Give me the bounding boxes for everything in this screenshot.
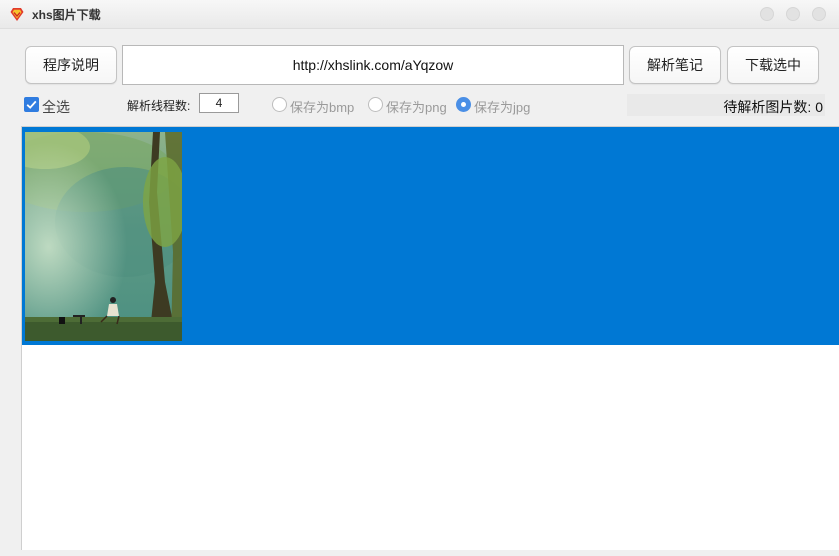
select-all-checkbox[interactable] [24,97,39,112]
format-label-jpg: 保存为jpg [474,100,531,115]
title-bar: xhs图片下载 [0,0,839,29]
maximize-button[interactable] [786,7,800,21]
pending-count: 0 [815,99,823,115]
threads-input[interactable]: 4 [199,93,239,113]
url-input[interactable]: http://xhslink.com/aYqzow [122,45,624,85]
image-thumbnail[interactable] [25,132,182,341]
format-radio-jpg[interactable] [456,97,471,112]
format-radio-bmp[interactable] [272,97,287,112]
minimize-button[interactable] [760,7,774,21]
format-radio-png[interactable] [368,97,383,112]
format-label-bmp: 保存为bmp [290,100,355,115]
pending-count-text: 待解析图片数: 0 [723,97,823,117]
check-icon [26,100,37,109]
format-label-png: 保存为png [386,100,447,115]
select-all-label: 全选 [42,99,70,115]
pending-label: 待解析图片数: [723,99,812,115]
close-button[interactable] [812,7,826,21]
download-selected-button[interactable]: 下载选中 [727,46,819,84]
app-logo-icon [10,8,24,21]
threads-label: 解析线程数: [127,99,191,113]
window-title: xhs图片下载 [32,8,101,22]
help-button[interactable]: 程序说明 [25,46,117,84]
parse-note-button[interactable]: 解析笔记 [629,46,721,84]
